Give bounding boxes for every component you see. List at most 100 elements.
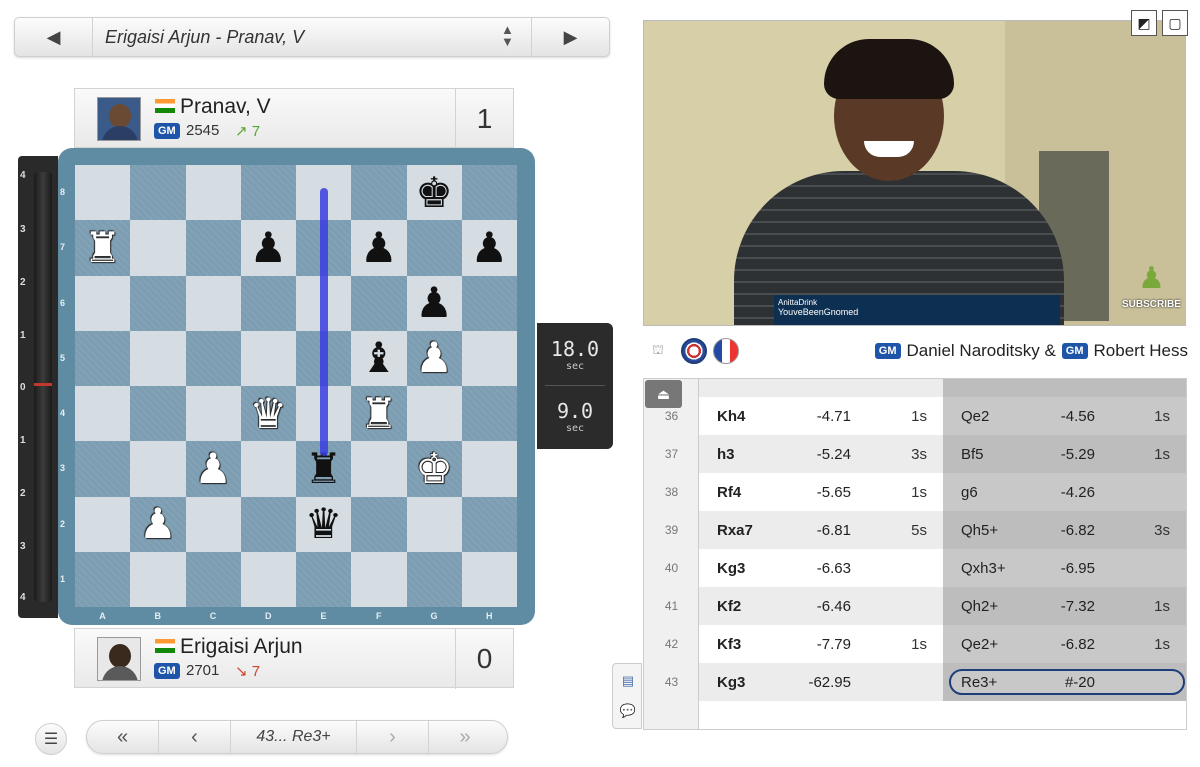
square-b7[interactable]: [130, 220, 186, 276]
square-f1[interactable]: [351, 551, 407, 607]
white-move-cell[interactable]: Kh4 -4.71 1s: [699, 397, 943, 435]
white-move-cell[interactable]: Rf4 -5.65 1s: [699, 473, 943, 511]
square-f7[interactable]: ♟: [351, 220, 407, 276]
square-g5[interactable]: ♟: [406, 330, 462, 386]
square-d7[interactable]: ♟: [240, 220, 296, 276]
square-b6[interactable]: [130, 275, 186, 331]
piece-d4[interactable]: ♛: [241, 386, 296, 441]
square-d2[interactable]: [240, 496, 296, 552]
square-b2[interactable]: ♟: [130, 496, 186, 552]
square-c5[interactable]: [185, 330, 241, 386]
white-move-cell[interactable]: Kg3 -62.95: [699, 663, 943, 701]
white-move-cell[interactable]: Kf3 -7.79 1s: [699, 625, 943, 663]
square-h8[interactable]: [461, 165, 517, 221]
square-c2[interactable]: [185, 496, 241, 552]
chess-board[interactable]: ♚ ♜ ♟ ♟ ♟ ♟ ♝ ♟ ♛ ♜ ♟ ♜ ♚ ♟ ♛: [75, 165, 517, 607]
piece-e2[interactable]: ♛: [296, 497, 351, 552]
square-f3[interactable]: [351, 441, 407, 497]
notation-view-icon[interactable]: ▤: [619, 673, 637, 688]
square-a6[interactable]: [75, 275, 131, 331]
square-d3[interactable]: [240, 441, 296, 497]
piece-h7[interactable]: ♟: [462, 220, 517, 275]
square-g4[interactable]: [406, 386, 462, 442]
black-move-cell[interactable]: Qxh3+ -6.95: [943, 549, 1186, 587]
piece-a7[interactable]: ♜: [75, 220, 130, 275]
square-a2[interactable]: [75, 496, 131, 552]
square-d1[interactable]: [240, 551, 296, 607]
square-e2[interactable]: ♛: [296, 496, 352, 552]
square-c1[interactable]: [185, 551, 241, 607]
menu-button[interactable]: ☰: [35, 723, 67, 755]
square-d5[interactable]: [240, 330, 296, 386]
previous-move-button[interactable]: ‹: [159, 721, 231, 753]
piece-c3[interactable]: ♟: [186, 441, 241, 496]
square-c3[interactable]: ♟: [185, 441, 241, 497]
square-f4[interactable]: ♜: [351, 386, 407, 442]
square-c8[interactable]: [185, 165, 241, 221]
square-a1[interactable]: [75, 551, 131, 607]
black-move-cell[interactable]: Qe2+ -6.82 1s: [943, 625, 1186, 663]
fullscreen-video-button[interactable]: ▢: [1162, 10, 1188, 36]
square-h7[interactable]: ♟: [461, 220, 517, 276]
square-a3[interactable]: [75, 441, 131, 497]
black-move-cell[interactable]: Re3+ #-20: [943, 663, 1186, 701]
square-c6[interactable]: [185, 275, 241, 331]
piece-f4[interactable]: ♜: [351, 386, 406, 441]
square-b4[interactable]: [130, 386, 186, 442]
square-f6[interactable]: [351, 275, 407, 331]
square-h1[interactable]: [461, 551, 517, 607]
french-commentary-flag-icon[interactable]: [713, 338, 739, 364]
square-b1[interactable]: [130, 551, 186, 607]
piece-b2[interactable]: ♟: [130, 497, 185, 552]
next-game-button[interactable]: ▶: [531, 18, 609, 56]
white-move-cell[interactable]: Kg3 -6.63: [699, 549, 943, 587]
square-g7[interactable]: [406, 220, 462, 276]
square-g1[interactable]: [406, 551, 462, 607]
next-move-button[interactable]: ›: [357, 721, 429, 753]
square-a8[interactable]: [75, 165, 131, 221]
square-b3[interactable]: [130, 441, 186, 497]
black-move-cell[interactable]: Qh5+ -6.82 3s: [943, 511, 1186, 549]
game-select-sort-icon[interactable]: ▲ ▼: [501, 23, 514, 48]
square-h5[interactable]: [461, 330, 517, 386]
piece-f5[interactable]: ♝: [351, 331, 406, 386]
square-h2[interactable]: [461, 496, 517, 552]
broadcast-icon[interactable]: ⛫: [645, 338, 671, 364]
square-f5[interactable]: ♝: [351, 330, 407, 386]
piece-g3[interactable]: ♚: [407, 441, 462, 496]
square-g3[interactable]: ♚: [406, 441, 462, 497]
black-move-cell[interactable]: g6 -4.26: [943, 473, 1186, 511]
square-b8[interactable]: [130, 165, 186, 221]
square-a4[interactable]: [75, 386, 131, 442]
popout-video-button[interactable]: ◩: [1131, 10, 1157, 36]
black-move-cell[interactable]: Bf5 -5.29 1s: [943, 435, 1186, 473]
previous-game-button[interactable]: ◀: [15, 18, 93, 56]
square-f2[interactable]: [351, 496, 407, 552]
piece-d7[interactable]: ♟: [241, 220, 296, 275]
square-a7[interactable]: ♜: [75, 220, 131, 276]
last-move-button[interactable]: »: [429, 721, 501, 753]
move-list[interactable]: 36 Kh4 -4.71 1s Qe2 -4.56 1s 37 h3 -5.24 3s Bf5 -5.2…: [643, 378, 1187, 730]
piece-g8[interactable]: ♚: [407, 165, 462, 220]
square-d8[interactable]: [240, 165, 296, 221]
square-f8[interactable]: [351, 165, 407, 221]
white-move-cell[interactable]: h3 -5.24 3s: [699, 435, 943, 473]
square-h6[interactable]: [461, 275, 517, 331]
square-g2[interactable]: [406, 496, 462, 552]
game-title[interactable]: Erigaisi Arjun - Pranav, V: [105, 27, 304, 48]
chat-icon[interactable]: 💬: [619, 703, 637, 718]
square-e1[interactable]: [296, 551, 352, 607]
piece-f7[interactable]: ♟: [351, 220, 406, 275]
square-h4[interactable]: [461, 386, 517, 442]
piece-g6[interactable]: ♟: [407, 276, 462, 331]
video-stream[interactable]: AnittaDrink YouveBeenGnomed ♟ SUBSCRIBE: [643, 20, 1186, 326]
square-b5[interactable]: [130, 330, 186, 386]
black-move-cell[interactable]: Qe2 -4.56 1s: [943, 397, 1186, 435]
white-move-cell[interactable]: Rxa7 -6.81 5s: [699, 511, 943, 549]
scroll-up-button[interactable]: ⏏: [645, 380, 682, 408]
english-commentary-flag-icon[interactable]: [681, 338, 707, 364]
black-move-cell[interactable]: Qh2+ -7.32 1s: [943, 587, 1186, 625]
square-d4[interactable]: ♛: [240, 386, 296, 442]
square-d6[interactable]: [240, 275, 296, 331]
white-move-cell[interactable]: Kf2 -6.46: [699, 587, 943, 625]
